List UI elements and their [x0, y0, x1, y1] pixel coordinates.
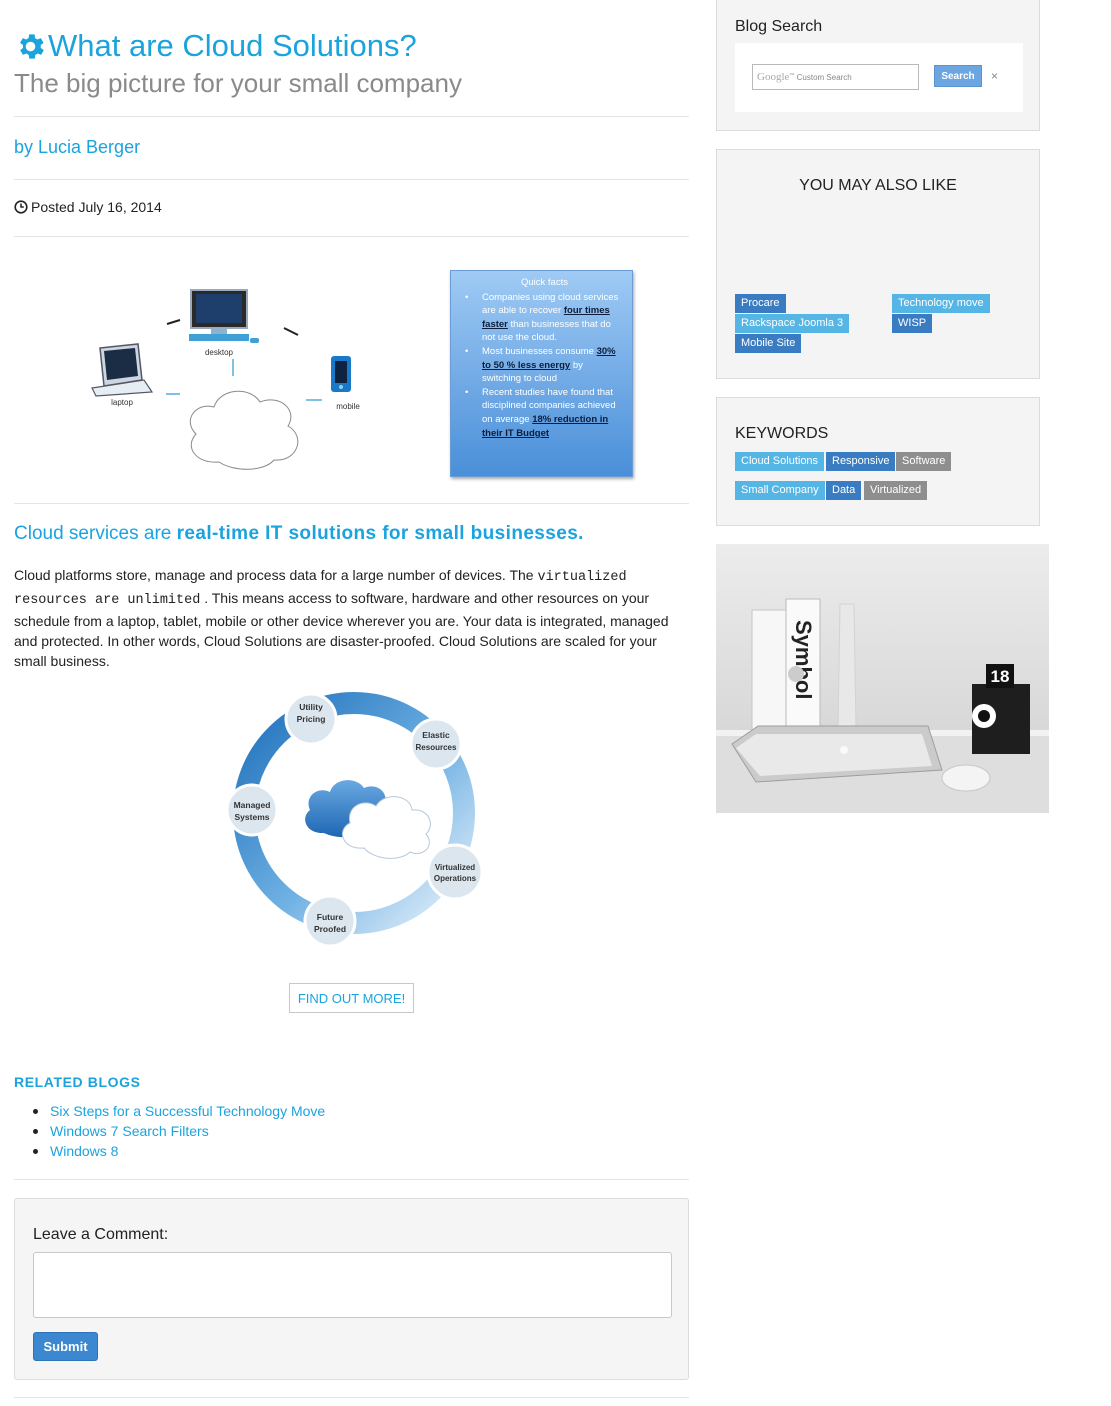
svg-text:Proofed: Proofed — [314, 924, 346, 934]
laptop-label: laptop — [111, 398, 133, 407]
keyword-software[interactable]: Software — [896, 452, 952, 471]
cloud-icon — [189, 390, 299, 470]
lead-heading: Cloud services are real-time IT solution… — [14, 523, 584, 544]
gear-icon — [20, 33, 44, 59]
tag-rackspace-joomla[interactable]: Rackspace Joomla 3 — [735, 314, 850, 333]
tag-technology-move[interactable]: Technology move — [892, 294, 990, 313]
book-title: Symbol — [791, 620, 816, 699]
divider — [14, 1179, 689, 1180]
related-blog-link[interactable]: Six Steps for a Successful Technology Mo… — [32, 1101, 325, 1121]
also-like-title: YOU MAY ALSO LIKE — [799, 177, 957, 194]
article-body: Cloud platforms store, manage and proces… — [14, 567, 669, 669]
cycle-node: Utility Pricing — [284, 692, 338, 746]
also-like-panel: YOU MAY ALSO LIKE Procare Technology mov… — [716, 149, 1040, 379]
page-subtitle: The big picture for your small company — [14, 68, 462, 98]
comment-label: Leave a Comment: — [33, 1226, 169, 1243]
svg-text:Resources: Resources — [416, 743, 457, 752]
comment-textarea[interactable] — [33, 1252, 672, 1318]
quick-facts-title: Quick facts — [521, 277, 568, 288]
cycle-node: Virtualized Operations — [426, 843, 484, 901]
cycle-node: Elastic Resources — [409, 717, 463, 771]
search-button[interactable]: Search — [934, 65, 982, 87]
search-input[interactable]: Google™ Custom Search — [752, 64, 919, 90]
cloud-devices-diagram: desktop laptop mobile — [91, 289, 360, 470]
keywords-panel: KEYWORDS Cloud Solutions Responsive Soft… — [716, 397, 1040, 526]
desktop-icon — [189, 289, 259, 343]
divider — [14, 236, 689, 237]
keywords-title: KEYWORDS — [735, 425, 829, 442]
comment-form: Leave a Comment: Submit — [14, 1198, 689, 1380]
mobile-icon — [331, 356, 351, 392]
search-box: Google™ Custom Search Search × — [735, 43, 1023, 112]
clear-search-icon[interactable]: × — [991, 69, 998, 83]
desk-photo: Symbol 18 — [716, 544, 1049, 813]
keyword-cloud-solutions[interactable]: Cloud Solutions — [735, 452, 825, 471]
keyword-responsive[interactable]: Responsive — [826, 452, 896, 471]
svg-text:Virtualized: Virtualized — [435, 863, 475, 872]
svg-text:Elastic: Elastic — [422, 730, 450, 740]
page-title: What are Cloud Solutions? — [48, 28, 417, 63]
clock-icon — [14, 200, 28, 214]
keyword-data[interactable]: Data — [826, 481, 862, 500]
mobile-label: mobile — [336, 402, 360, 411]
google-logo: Google — [757, 71, 790, 83]
cloud-cycle-diagram: Utility Pricing Elastic Resources Manage… — [225, 692, 484, 948]
related-blog-link[interactable]: Windows 7 Search Filters — [32, 1121, 325, 1141]
desktop-label: desktop — [205, 348, 234, 357]
author-link[interactable]: by Lucia Berger — [14, 137, 140, 158]
keyword-virtualized[interactable]: Virtualized — [864, 481, 928, 500]
svg-text:Pricing: Pricing — [297, 714, 326, 724]
quick-fact-item: Companies using cloud services are able … — [465, 291, 624, 345]
cycle-node: Managed Systems — [225, 783, 279, 837]
svg-text:Managed: Managed — [234, 800, 271, 810]
laptop-icon — [91, 343, 154, 397]
clock-number: 18 — [991, 667, 1010, 686]
submit-button[interactable]: Submit — [33, 1332, 98, 1361]
book-icon: Symbol — [751, 598, 821, 739]
quick-fact-item: Recent studies have found that disciplin… — [465, 386, 624, 440]
divider — [14, 116, 689, 117]
svg-text:Utility: Utility — [299, 702, 323, 712]
divider — [14, 503, 689, 504]
blog-search-title: Blog Search — [735, 18, 823, 35]
quick-fact-item: Most businesses consume 30% to 50 % less… — [465, 345, 624, 386]
quick-facts-box: Quick facts Companies using cloud servic… — [450, 270, 633, 477]
article-title-row: What are Cloud Solutions? — [14, 28, 417, 64]
divider — [14, 1397, 689, 1398]
related-blog-link[interactable]: Windows 8 — [32, 1141, 325, 1161]
search-placeholder: Custom Search — [796, 73, 852, 82]
related-blogs-list: Six Steps for a Successful Technology Mo… — [32, 1101, 325, 1161]
tag-wisp[interactable]: WISP — [892, 314, 933, 333]
cloud-white-icon — [341, 796, 431, 859]
svg-text:Operations: Operations — [434, 874, 477, 883]
keyword-small-company[interactable]: Small Company — [735, 481, 825, 500]
svg-text:Systems: Systems — [235, 812, 270, 822]
divider — [14, 179, 689, 180]
svg-text:Future: Future — [317, 912, 344, 922]
mouse-icon — [941, 764, 991, 792]
tag-procare[interactable]: Procare — [735, 294, 786, 313]
posted-date: Posted July 16, 2014 — [14, 199, 162, 215]
quick-facts-list: Companies using cloud services are able … — [465, 291, 624, 441]
posted-date-text: Posted July 16, 2014 — [31, 199, 162, 215]
blog-search-panel: Blog Search Google™ Custom Search Search… — [716, 0, 1040, 131]
related-blogs-title: RELATED BLOGS — [14, 1074, 141, 1090]
cycle-node: Future Proofed — [303, 894, 357, 948]
find-out-more-button[interactable]: FIND OUT MORE! — [289, 983, 414, 1013]
clock-frame-icon: 18 — [972, 664, 1030, 754]
tag-mobile-site[interactable]: Mobile Site — [735, 334, 802, 353]
